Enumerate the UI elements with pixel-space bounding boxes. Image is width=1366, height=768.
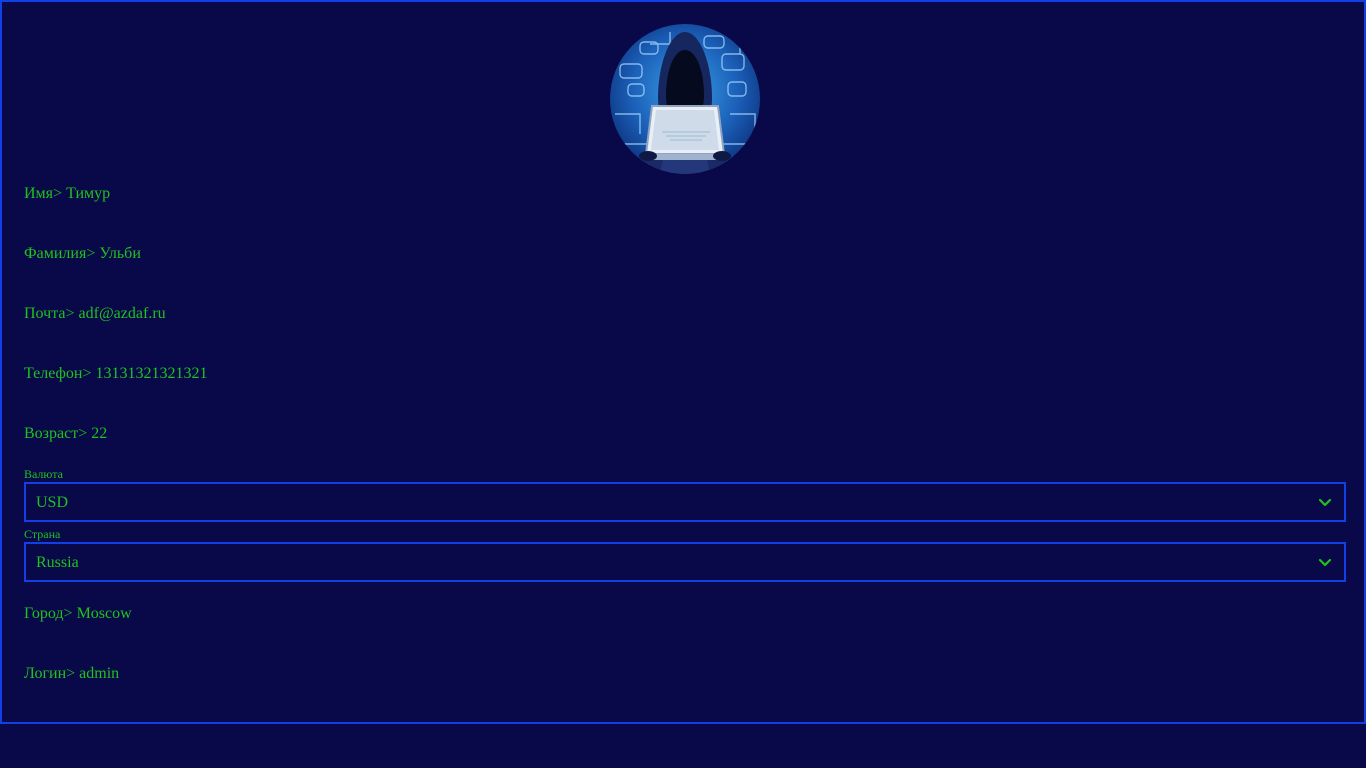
country-select-label: Страна <box>24 527 61 541</box>
email-value: adf@azdaf.ru <box>78 305 166 322</box>
phone-value: 13131321321321 <box>95 365 208 382</box>
currency-selected-value: USD <box>36 494 69 511</box>
profile-card: Имя> Тимур Фамилия> Ульби Почта> adf@azdaf.… <box>0 0 1366 724</box>
hacker-avatar-icon <box>610 24 760 174</box>
login-field: Логин> admin <box>24 664 119 684</box>
chevron-down-icon <box>1318 558 1332 567</box>
email-field: Почта> adf@azdaf.ru <box>24 304 166 324</box>
login-value: admin <box>79 665 120 682</box>
city-label: Город <box>24 605 64 622</box>
age-field: Возраст> 22 <box>24 424 107 444</box>
phone-label: Телефон <box>24 365 83 382</box>
city-field: Город> Moscow <box>24 604 132 624</box>
last-name-label: Фамилия <box>24 245 87 262</box>
currency-select-label: Валюта <box>24 467 63 481</box>
currency-select[interactable]: USD <box>24 482 1346 522</box>
country-select[interactable]: Russia <box>24 542 1346 582</box>
email-label: Почта <box>24 305 66 322</box>
separator: > <box>86 245 96 262</box>
first-name-value: Тимур <box>66 185 111 202</box>
chevron-down-icon <box>1318 498 1332 507</box>
login-label: Логин <box>24 665 67 682</box>
separator: > <box>66 665 76 682</box>
last-name-field: Фамилия> Ульби <box>24 244 141 264</box>
phone-field: Телефон> 13131321321321 <box>24 364 208 384</box>
age-label: Возраст <box>24 425 79 442</box>
country-selected-value: Russia <box>36 554 79 571</box>
first-name-label: Имя <box>24 185 54 202</box>
separator: > <box>78 425 88 442</box>
avatar <box>610 24 760 174</box>
first-name-field: Имя> Тимур <box>24 184 110 204</box>
separator: > <box>65 305 75 322</box>
separator: > <box>53 185 63 202</box>
last-name-value: Ульби <box>99 245 141 262</box>
separator: > <box>82 365 92 382</box>
separator: > <box>63 605 73 622</box>
city-value: Moscow <box>76 605 132 622</box>
age-value: 22 <box>91 425 108 442</box>
